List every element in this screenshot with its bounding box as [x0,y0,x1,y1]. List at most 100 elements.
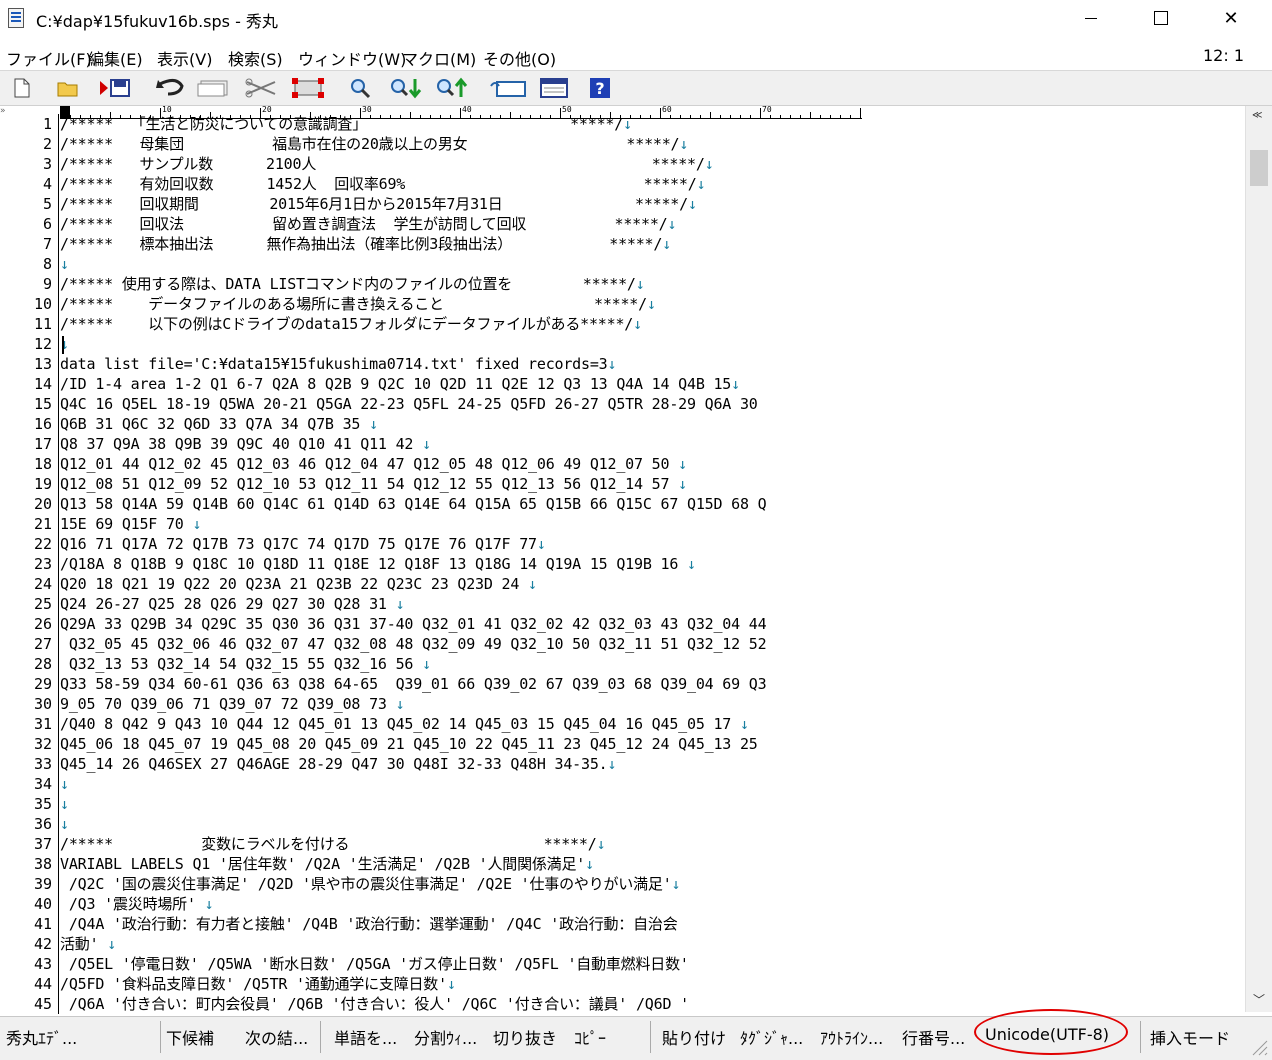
line-text[interactable]: Q13 58 Q14A 59 Q14B 60 Q14C 61 Q14D 63 Q… [60,494,767,514]
line-text[interactable]: 15E 69 Q15F 70 ↓ [60,514,202,534]
line-text[interactable]: Q32_13 53 Q32_14 54 Q32_15 55 Q32_16 56 … [60,654,431,674]
line-text[interactable]: /***** データファイルのある場所に書き換えること *****/↓ [60,294,656,314]
line-text[interactable]: Q12_01 44 Q12_02 45 Q12_03 46 Q12_04 47 … [60,454,687,474]
line-number: 3 [42,155,52,173]
line-text[interactable]: /Q5FD '食料品支障日数' /Q5TR '通勤通学に支障日数'↓ [60,974,456,994]
line-text[interactable]: Q12_08 51 Q12_09 52 Q12_10 53 Q12_11 54 … [60,474,687,494]
maximize-button[interactable] [1128,0,1194,36]
line-text[interactable]: Q24 26-27 Q25 28 Q26 29 Q27 30 Q28 31 ↓ [60,594,405,614]
line-text[interactable]: /Q40 8 Q42 9 Q43 10 Q44 12 Q45_01 13 Q45… [60,714,749,734]
help-icon[interactable]: ? [586,76,614,100]
line-text[interactable]: /***** 有効回収数 1452人 回収率69% *****/↓ [60,174,706,194]
status-insert-mode[interactable]: 挿入モード [1150,1025,1230,1049]
line-text[interactable]: Q33 58-59 Q34 60-61 Q36 63 Q38 64-65 Q39… [60,674,767,694]
line-text[interactable]: /***** 以下の例はCドライブのdata15フォルダにデータファイルがある*… [60,314,642,334]
line-number: 23 [33,555,52,573]
line-number: 20 [33,495,52,513]
line-text[interactable]: data list file='C:¥data15¥15fukushima071… [60,354,617,374]
line-text[interactable]: /Q6A '付き合い：町内会役員' /Q6B '付き合い：役人' /Q6C '付… [60,994,689,1014]
line-text[interactable]: /Q18A 8 Q18B 9 Q18C 10 Q18D 11 Q18E 12 Q… [60,554,696,574]
line-text[interactable]: /***** 変数にラベルを付ける *****/↓ [60,834,606,854]
status-copy[interactable]: ｺﾋﾟｰ [574,1025,606,1049]
status-next-result[interactable]: 次の結... [245,1025,308,1049]
find-icon[interactable] [346,76,374,100]
scroll-down-icon[interactable]: ﹀ [1253,991,1265,1008]
line-text[interactable]: 9_05 70 Q39_06 71 Q39_07 72 Q39_08 73 ↓ [60,694,405,714]
line-break-icon: ↓ [607,355,617,373]
status-tag-jump[interactable]: ﾀｸﾞｼﾞｬ... [740,1025,803,1049]
text-editor[interactable]: » 0 10 20 30 40 50 60 70 1/***** 「生活と防災についての意識調… [0,106,1262,1016]
line-text[interactable]: /Q5EL '停電日数' /Q5WA '断水日数' /Q5GA 'ガス停止日数'… [60,954,689,974]
line-text[interactable]: VARIABL LABELS Q1 '居住年数' /Q2A '生活満足' /Q2… [60,854,594,874]
line-number: 40 [33,895,52,913]
select-icon[interactable] [290,76,326,100]
cut-icon[interactable] [242,76,280,100]
line-text[interactable]: /***** 使用する際は、DATA LISTコマンド内のファイルの位置を **… [60,274,645,294]
hidemaru-app-icon[interactable] [8,8,24,28]
line-text[interactable]: Q8 37 Q9A 38 Q9B 39 Q9C 40 Q10 41 Q11 42… [60,434,431,454]
ruler-tick [700,115,701,118]
scrollbar-thumb[interactable] [1250,150,1268,186]
line-break-icon: ↓ [686,555,696,573]
line-text[interactable]: /Q2C '国の震災住事満足' /Q2D '県や市の震災住事満足' /Q2E '… [60,874,681,894]
line-text[interactable]: Q4C 16 Q5EL 18-19 Q5WA 20-21 Q5GA 22-23 … [60,394,758,414]
line-text[interactable]: /***** 「生活と防災についての意識調査」 *****/↓ [60,114,632,134]
status-hidemaru-editor[interactable]: 秀丸ｴﾃﾞ... [6,1025,77,1049]
line-text[interactable]: ↓ [60,774,69,794]
status-paste[interactable]: 貼り付け [662,1025,726,1049]
window-icon[interactable] [196,76,232,100]
resize-grip-icon[interactable] [1250,1038,1268,1056]
line-text[interactable]: 活動' ↓ [60,934,116,954]
find-next-icon[interactable] [388,76,424,100]
line-text[interactable]: ↓ [60,254,69,274]
save-icon[interactable] [98,76,134,100]
line-text[interactable]: /ID 1-4 area 1-2 Q1 6-7 Q2A 8 Q2B 9 Q2C … [60,374,740,394]
undo-icon[interactable] [154,76,188,100]
gutter-separator [58,134,59,154]
line-text[interactable]: Q6B 31 Q6C 32 Q6D 33 Q7A 34 Q7B 35 ↓ [60,414,378,434]
list-icon[interactable] [538,76,570,100]
line-text[interactable]: /***** 回収法 留め置き調査法 学生が訪問して回収 *****/↓ [60,214,677,234]
split-handle-icon[interactable]: ≪ [1252,110,1262,121]
status-split-window[interactable]: 分割ｳｨ... [414,1025,477,1049]
line-text[interactable]: Q45_06 18 Q45_07 19 Q45_08 20 Q45_09 21 … [60,734,758,754]
line-text[interactable]: Q29A 33 Q29B 34 Q29C 35 Q30 36 Q31 37-40… [60,614,767,634]
line-number: 25 [33,595,52,613]
status-cut[interactable]: 切り抜き [493,1025,557,1049]
line-text[interactable]: /Q3 '震災時場所' ↓ [60,894,214,914]
gutter-separator [58,754,59,774]
line-text[interactable]: /***** サンプル数 2100人 *****/↓ [60,154,714,174]
menu-window[interactable]: ウィンドウ(W) [298,46,406,70]
status-word[interactable]: 単語を... [334,1025,397,1049]
line-text[interactable]: Q32_05 45 Q32_06 46 Q32_07 47 Q32_08 48 … [60,634,767,654]
line-text[interactable]: Q20 18 Q21 19 Q22 20 Q23A 21 Q23B 22 Q23… [60,574,537,594]
line-text[interactable]: /***** 回収期間 2015年6月1日から2015年7月31日 *****/… [60,194,697,214]
line-text[interactable]: /***** 標本抽出法 無作為抽出法（確率比例3段抽出法） *****/↓ [60,234,671,254]
line-text[interactable]: ↓ [60,814,69,834]
menu-macro[interactable]: マクロ(M) [402,46,476,70]
gutter-separator [58,534,59,554]
grep-icon[interactable] [488,76,528,100]
status-line-number[interactable]: 行番号... [902,1025,965,1049]
minimize-button[interactable] [1058,0,1124,36]
vertical-scrollbar[interactable]: ≪ ﹀ [1245,106,1272,1012]
menu-edit[interactable]: 編集(E) [88,46,143,70]
line-text[interactable]: ↓ [60,794,69,814]
status-next-candidate[interactable]: 下候補 [166,1025,214,1049]
line-text[interactable]: /***** 母集団 福島市在住の20歳以上の男女 *****/↓ [60,134,688,154]
open-folder-icon[interactable] [54,76,82,100]
line-text[interactable]: /Q4A '政治行動：有力者と接触' /Q4B '政治行動：選挙運動' /Q4C… [60,914,678,934]
line-break-icon: ↓ [422,435,431,453]
menu-other[interactable]: その他(O) [483,46,556,70]
menu-file[interactable]: ファイル(F) [6,46,92,70]
menu-view[interactable]: 表示(V) [157,46,212,70]
find-prev-icon[interactable] [434,76,470,100]
close-button[interactable]: ✕ [1198,0,1264,36]
new-file-icon[interactable] [8,76,36,100]
gutter-separator [58,654,59,674]
menu-search[interactable]: 検索(S) [228,46,283,70]
line-text[interactable]: Q45_14 26 Q46SEX 27 Q46AGE 28-29 Q47 30 … [60,754,617,774]
line-text[interactable]: Q16 71 Q17A 72 Q17B 73 Q17C 74 Q17D 75 Q… [60,534,546,554]
status-outline[interactable]: ｱｳﾄﾗｲﾝ... [820,1025,883,1049]
ruler-tick [770,115,771,118]
